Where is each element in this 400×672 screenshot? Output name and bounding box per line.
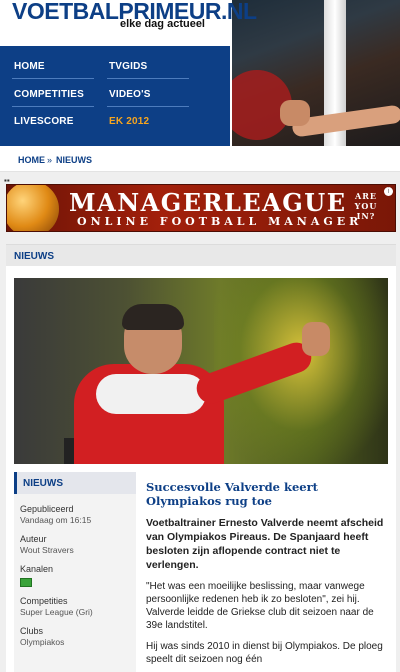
site-header: VOETBALPRIMEUR.NL elke dag actueel HOME …	[0, 0, 400, 146]
article-paragraph: Hij was sinds 2010 in dienst bij Olympia…	[146, 641, 383, 665]
header-photo	[232, 0, 400, 146]
managerleague-ad-banner[interactable]: MANAGERLEAGUE ONLINE FOOTBALL MANAGER AR…	[6, 184, 396, 232]
banner-subtitle: ONLINE FOOTBALL MANAGER	[77, 215, 363, 228]
tv-icon[interactable]	[20, 578, 32, 587]
banner-cta-line: IN?	[356, 211, 376, 221]
breadcrumb: HOME » NIEUWS	[0, 146, 400, 172]
nav-competities[interactable]: COMPETITIES	[14, 89, 84, 100]
banner-title: MANAGERLEAGUE	[69, 188, 347, 217]
clubs-value[interactable]: Olympiakos	[20, 637, 64, 647]
article-title: Succesvolle Valverde keert Olympiakos ru…	[146, 480, 318, 508]
article-hero-image	[14, 278, 388, 464]
nav-livescore[interactable]: LIVESCORE	[14, 116, 74, 127]
published-label: Gepubliceerd	[20, 504, 74, 514]
published-value: Vandaag om 16:15	[20, 515, 92, 525]
breadcrumb-current[interactable]: NIEUWS	[56, 155, 92, 165]
author-label: Auteur	[20, 534, 47, 544]
section-title: NIEUWS	[14, 251, 54, 262]
nav-tvgids[interactable]: TVGIDS	[109, 61, 147, 72]
main-content: ▪▪ MANAGERLEAGUE ONLINE FOOTBALL MANAGER…	[0, 172, 400, 672]
article-lead: Voetbaltrainer Ernesto Valverde neemt af…	[146, 517, 384, 571]
nav-home[interactable]: HOME	[14, 61, 45, 72]
banner-cta-line: ARE	[355, 191, 377, 201]
goalkeeper-hand	[280, 100, 310, 126]
author-value[interactable]: Wout Stravers	[20, 545, 74, 555]
nav-videos[interactable]: VIDEO'S	[109, 89, 151, 100]
breadcrumb-home[interactable]: HOME	[18, 155, 45, 165]
breadcrumb-separator: »	[47, 155, 53, 165]
nav-divider	[12, 78, 94, 79]
nav-divider	[107, 78, 189, 79]
infobox-title: NIEUWS	[23, 478, 63, 489]
article: NIEUWS Gepubliceerd Vandaag om 16:15 Aut…	[6, 266, 396, 672]
banner-cta: ARE YOU IN?	[351, 191, 381, 221]
logo-area: VOETBALPRIMEUR.NL elke dag actueel	[0, 0, 257, 46]
clubs-label: Clubs	[20, 626, 44, 636]
nav-divider	[107, 106, 189, 107]
hero-figure-hand	[302, 322, 330, 356]
infobox-header: NIEUWS	[14, 472, 136, 494]
nav-ek-2012[interactable]: EK 2012	[109, 116, 149, 127]
section-header: NIEUWS	[6, 244, 396, 266]
banner-cta-line: YOU	[354, 201, 378, 211]
hero-figure-hair	[122, 304, 184, 330]
site-tagline: elke dag actueel	[120, 18, 205, 30]
hero-figure-stripe	[96, 374, 206, 414]
channels-label: Kanalen	[20, 564, 54, 574]
competitions-value[interactable]: Super League (Gri)	[20, 607, 93, 617]
article-paragraph: "Het was een moeilijke beslissing, maar …	[146, 581, 374, 631]
ad-info-icon[interactable]: i	[384, 187, 393, 196]
competitions-label: Competities	[20, 596, 68, 606]
nav-divider	[12, 106, 94, 107]
article-infobox: NIEUWS Gepubliceerd Vandaag om 16:15 Aut…	[14, 472, 136, 672]
football-icon	[7, 185, 59, 231]
